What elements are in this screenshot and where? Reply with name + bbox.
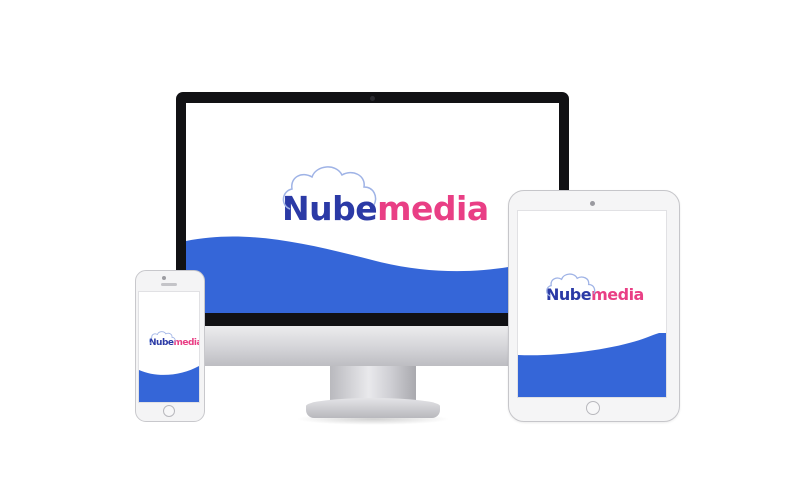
monitor-camera	[370, 96, 375, 101]
phone-logo: Nubemedia	[149, 331, 200, 348]
phone-home-button	[163, 405, 175, 417]
tablet-blue-wave	[518, 333, 666, 397]
monitor-logo: Nube media	[282, 166, 489, 228]
phone-camera	[162, 276, 166, 280]
phone-blue-wave	[139, 366, 199, 402]
tablet-logo: Nube media	[546, 273, 644, 304]
monitor-screen: Nube media	[186, 103, 559, 313]
phone-speaker	[161, 283, 177, 286]
logo-text-media: media	[377, 189, 489, 228]
tablet-screen: Nube media	[517, 210, 667, 398]
monitor-stand-neck	[330, 366, 416, 402]
logo-text-media: media	[173, 338, 200, 348]
tablet-camera	[590, 201, 595, 206]
monitor-stand-base	[306, 398, 440, 418]
cloud-icon	[282, 166, 377, 210]
cloud-icon	[149, 331, 176, 344]
phone-screen: Nubemedia	[138, 291, 200, 403]
logo-text-media: media	[591, 285, 644, 304]
tablet-home-button	[586, 401, 600, 415]
cloud-icon	[546, 273, 596, 297]
monitor-blue-wave	[186, 236, 559, 313]
